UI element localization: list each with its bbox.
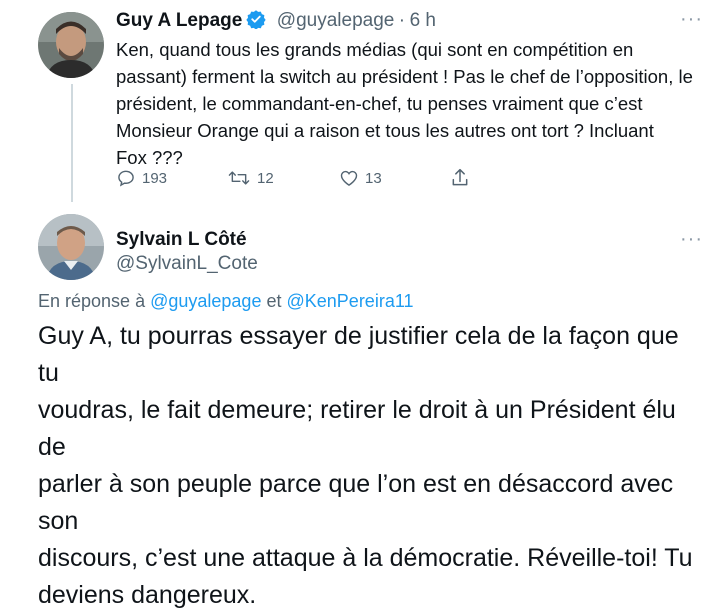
retweet-count: 12 (257, 169, 274, 187)
tweet-text-line: Guy A, tu pourras essayer de justifier c… (38, 322, 679, 387)
tweet-text-line: parler à son peuple parce que l’on est e… (38, 470, 674, 535)
retweet-button[interactable]: 12 (227, 168, 274, 188)
tweet-text-line: Fox ??? (116, 147, 183, 168)
mention-link[interactable]: @KenPereira11 (287, 291, 414, 311)
more-options-icon[interactable]: ··· (680, 228, 703, 251)
reply-context: En réponse à @guyalepage et @KenPereira1… (38, 291, 414, 312)
author-handle[interactable]: @guyalepage (277, 10, 395, 31)
tweet2-text: Guy A, tu pourras essayer de justifier c… (38, 318, 698, 614)
mention-link[interactable]: @guyalepage (150, 291, 261, 311)
author-handle[interactable]: @SylvainL_Cote (116, 253, 258, 275)
reply-button[interactable]: 193 (116, 168, 167, 188)
more-options-icon[interactable]: ··· (680, 8, 703, 31)
tweet1-text: Ken, quand tous les grands médias (qui s… (116, 36, 710, 171)
author-name[interactable]: Sylvain L Côté (116, 229, 247, 251)
author-name[interactable]: Guy A Lepage (116, 10, 242, 31)
tweet-text-line: Ken, quand tous les grands médias (qui s… (116, 39, 634, 60)
heart-icon (340, 170, 358, 186)
tweet-text-line: président, le commandant-en-chef, tu pen… (116, 93, 643, 114)
tweet1-header: Guy A Lepage @guyalepage · 6 h (116, 9, 436, 34)
share-button[interactable] (450, 167, 476, 189)
reply-prefix: En réponse à (38, 291, 146, 311)
avatar-guy-a-lepage[interactable] (38, 12, 104, 78)
tweet-text-line: deviens dangereux. (38, 581, 257, 609)
reply-count: 193 (142, 169, 168, 187)
retweet-icon (228, 171, 250, 185)
separator-dot: · (398, 10, 406, 31)
tweet-time[interactable]: 6 h (410, 10, 436, 31)
avatar-sylvain-l-cote[interactable] (38, 214, 104, 280)
share-icon (452, 168, 468, 186)
tweet-text-line: voudras, le fait demeure; retirer le dro… (38, 396, 676, 461)
like-button[interactable]: 13 (339, 168, 382, 188)
tweet-text-line: passant) ferment la switch au président … (116, 66, 693, 87)
reply-and: et (266, 291, 282, 311)
like-count: 13 (365, 169, 382, 187)
tweet-text-line: discours, c’est une attaque à la démocra… (38, 544, 693, 572)
thread-line (71, 84, 73, 202)
verified-badge-icon (246, 9, 267, 34)
tweet-text-line: Monsieur Orange qui a raison et tous les… (116, 120, 654, 141)
reply-icon (118, 170, 134, 187)
